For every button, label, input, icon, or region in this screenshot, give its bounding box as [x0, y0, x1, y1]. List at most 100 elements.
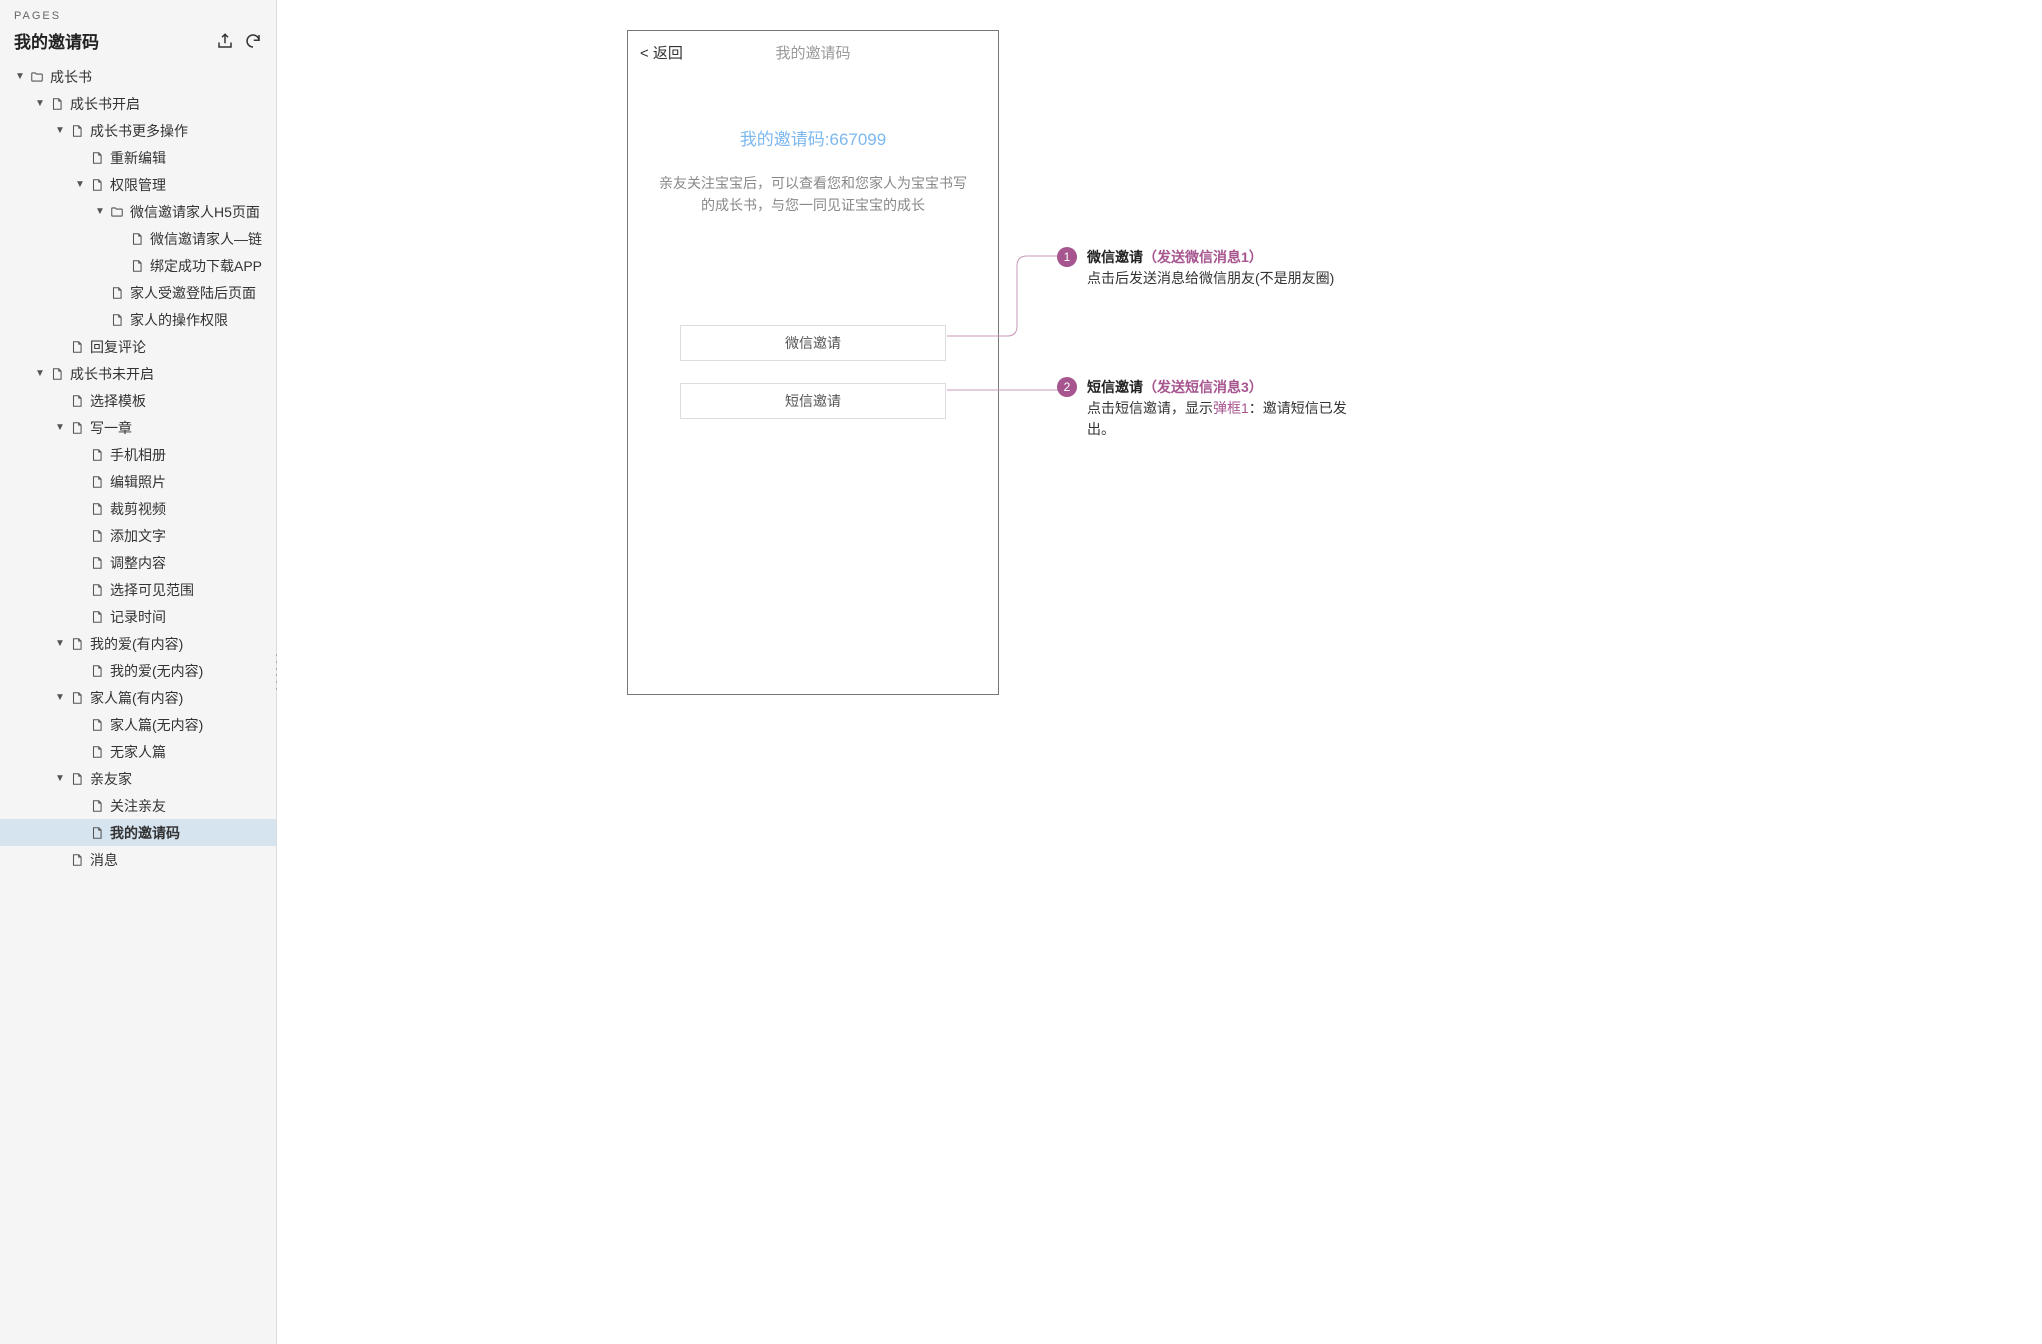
tree-item-label: 成长书开启: [70, 94, 140, 114]
tree-item[interactable]: ▼ 家人篇(有内容): [0, 684, 276, 711]
chevron-down-icon[interactable]: ▼: [34, 368, 46, 379]
page-icon: [70, 853, 84, 867]
tree-item[interactable]: ▼我的爱(无内容): [0, 657, 276, 684]
page-icon: [90, 664, 104, 678]
tree-item-label: 选择可见范围: [110, 580, 194, 600]
sidebar: PAGES 我的邀请码 ▼ 成长书 ▼ 成长书开启 ▼成长书更多操作▼重新编辑 ▼ 权限管理…: [0, 0, 277, 1344]
chevron-down-icon[interactable]: ▼: [74, 179, 86, 190]
tree-item-label: 裁剪视频: [110, 499, 166, 519]
tree-item[interactable]: ▼ 我的爱(有内容): [0, 630, 276, 657]
annotation-body: 点击后发送消息给微信朋友(不是朋友圈): [1087, 268, 1334, 289]
tree-item[interactable]: ▼添加文字: [0, 522, 276, 549]
tree-item[interactable]: ▼记录时间: [0, 603, 276, 630]
page-icon: [90, 448, 104, 462]
share-icon[interactable]: [216, 32, 234, 50]
tree-item-label: 成长书: [50, 67, 92, 87]
tree-item[interactable]: ▼编辑照片: [0, 468, 276, 495]
chevron-down-icon[interactable]: ▼: [54, 692, 66, 703]
tree-item[interactable]: ▼手机相册: [0, 441, 276, 468]
chevron-down-icon[interactable]: ▼: [54, 125, 66, 136]
annotation-title: 微信邀请: [1087, 249, 1143, 265]
page-icon: [110, 313, 124, 327]
chevron-down-icon[interactable]: ▼: [54, 638, 66, 649]
page-icon: [90, 178, 104, 192]
sidebar-title-row: 我的邀请码: [0, 28, 276, 63]
tree-item[interactable]: ▼无家人篇: [0, 738, 276, 765]
annotation-body: 点击短信邀请，显示弹框1：邀请短信已发出。: [1087, 398, 1347, 440]
tree-item[interactable]: ▼重新编辑: [0, 144, 276, 171]
tree-item[interactable]: ▼ 权限管理: [0, 171, 276, 198]
tree-item[interactable]: ▼选择可见范围: [0, 576, 276, 603]
page-icon: [90, 718, 104, 732]
page-icon: [50, 97, 64, 111]
annotation-2: 2 短信邀请（发送短信消息3） 点击短信邀请，显示弹框1：邀请短信已发出。: [1057, 377, 1347, 440]
chevron-down-icon[interactable]: ▼: [54, 773, 66, 784]
tree-item-label: 家人篇(无内容): [110, 715, 203, 735]
page-icon: [90, 502, 104, 516]
tree-item[interactable]: ▼ 写一章: [0, 414, 276, 441]
phone-title: 我的邀请码: [775, 42, 850, 63]
page-icon: [90, 610, 104, 624]
tree-item-label: 写一章: [90, 418, 132, 438]
chevron-down-icon[interactable]: ▼: [14, 71, 26, 82]
page-icon: [70, 772, 84, 786]
tree-item[interactable]: ▼回复评论: [0, 333, 276, 360]
tree-item-label: 选择模板: [90, 391, 146, 411]
tree-item[interactable]: ▼选择模板: [0, 387, 276, 414]
chevron-down-icon[interactable]: ▼: [94, 206, 106, 217]
annotation-action: （发送微信消息1）: [1143, 249, 1263, 265]
tree-item-label: 家人篇(有内容): [90, 688, 183, 708]
tree-item[interactable]: ▼裁剪视频: [0, 495, 276, 522]
tree-item[interactable]: ▼家人篇(无内容): [0, 711, 276, 738]
tree-item-label: 家人的操作权限: [130, 310, 228, 330]
tree-item-label: 无家人篇: [110, 742, 166, 762]
page-icon: [70, 340, 84, 354]
tree-item-label: 绑定成功下载APP: [150, 256, 262, 276]
tree-item-label: 我的爱(有内容): [90, 634, 183, 654]
tree-item[interactable]: ▼消息: [0, 846, 276, 873]
page-icon: [70, 421, 84, 435]
tree-item[interactable]: ▼绑定成功下载APP: [0, 252, 276, 279]
tree-item[interactable]: ▼调整内容: [0, 549, 276, 576]
tree-item[interactable]: ▼ 成长书: [0, 63, 276, 90]
annotation-link[interactable]: 弹框1: [1213, 400, 1249, 416]
tree-item-label: 家人受邀登陆后页面: [130, 283, 256, 303]
tree-item-label: 编辑照片: [110, 472, 166, 492]
refresh-icon[interactable]: [244, 32, 262, 50]
tree-item-label: 权限管理: [110, 175, 166, 195]
page-tree[interactable]: ▼成长书▼成长书开启▼成长书更多操作▼重新编辑▼权限管理▼微信邀请家人H5页面▼…: [0, 63, 276, 1344]
tree-item[interactable]: ▼成长书未开启: [0, 360, 276, 387]
tree-item-label: 消息: [90, 850, 118, 870]
page-icon: [90, 826, 104, 840]
page-icon: [90, 475, 104, 489]
annotation-action: （发送短信消息3）: [1143, 379, 1263, 395]
tree-item-label: 微信邀请家人H5页面: [130, 202, 260, 222]
annotation-title: 短信邀请: [1087, 379, 1143, 395]
chevron-down-icon[interactable]: ▼: [54, 422, 66, 433]
page-title: 我的邀请码: [14, 28, 99, 53]
tree-item[interactable]: ▼ 成长书开启: [0, 90, 276, 117]
annotation-badge: 2: [1057, 377, 1077, 397]
tree-item[interactable]: ▼ 微信邀请家人H5页面: [0, 198, 276, 225]
sms-invite-button[interactable]: 短信邀请: [680, 383, 946, 419]
sidebar-section-label: PAGES: [0, 0, 276, 28]
back-button[interactable]: < 返回: [640, 42, 683, 63]
tree-item[interactable]: ▼关注亲友: [0, 792, 276, 819]
tree-item[interactable]: ▼家人的操作权限: [0, 306, 276, 333]
tree-item[interactable]: ▼我的邀请码: [0, 819, 276, 846]
tree-item-label: 微信邀请家人—链: [150, 229, 262, 249]
folder-icon: [110, 205, 124, 219]
tree-item[interactable]: ▼亲友家: [0, 765, 276, 792]
tree-item-label: 记录时间: [110, 607, 166, 627]
folder-icon: [30, 70, 44, 84]
tree-item-label: 添加文字: [110, 526, 166, 546]
chevron-down-icon[interactable]: ▼: [34, 98, 46, 109]
wechat-invite-button[interactable]: 微信邀请: [680, 325, 946, 361]
page-icon: [90, 556, 104, 570]
tree-item[interactable]: ▼家人受邀登陆后页面: [0, 279, 276, 306]
tree-item[interactable]: ▼成长书更多操作: [0, 117, 276, 144]
page-icon: [90, 529, 104, 543]
page-icon: [70, 394, 84, 408]
canvas[interactable]: < 返回 我的邀请码 我的邀请码:667099 亲友关注宝宝后，可以查看您和您家…: [277, 0, 2042, 1344]
tree-item[interactable]: ▼微信邀请家人—链: [0, 225, 276, 252]
